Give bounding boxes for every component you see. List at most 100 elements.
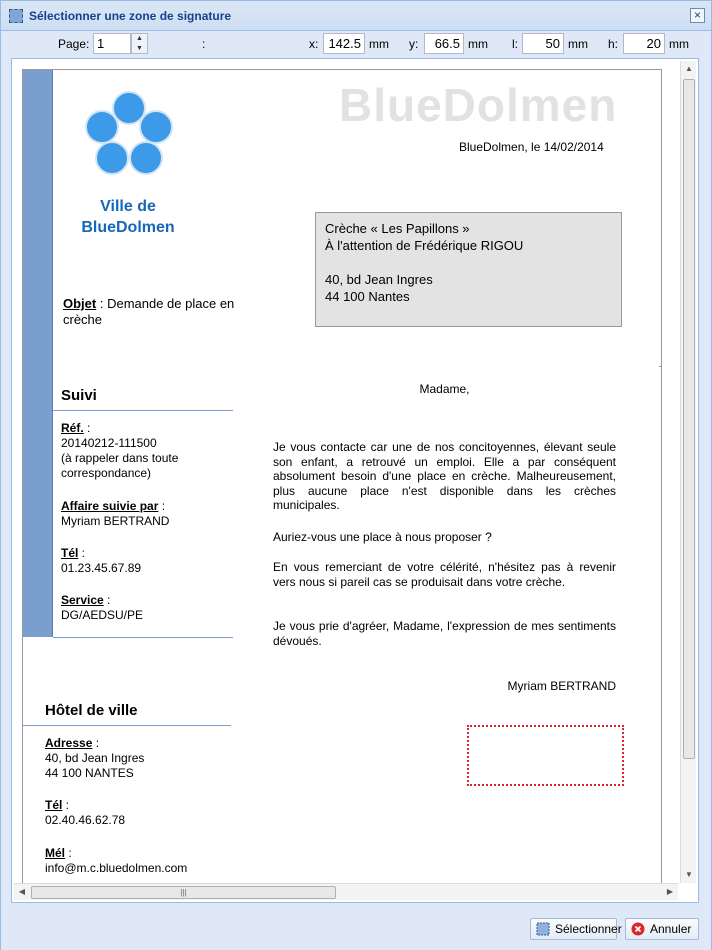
cancel-button[interactable]: Annuler xyxy=(625,918,699,940)
hotel-divider xyxy=(23,725,231,726)
city-line-1: Ville de xyxy=(100,198,156,215)
spinner-down-icon[interactable]: ▼ xyxy=(132,44,147,54)
signatory-name: Myriam BERTRAND xyxy=(507,679,616,693)
tel-label: Tél xyxy=(61,546,79,560)
x-label: x: xyxy=(309,37,319,51)
ref-label: Réf. xyxy=(61,421,84,435)
city-name: Ville de BlueDolmen xyxy=(63,196,193,238)
letter-paragraph-2: Auriez-vous une place à nous proposer ? xyxy=(273,530,492,544)
suivi-divider xyxy=(53,410,233,411)
adresse-colon: : xyxy=(92,736,100,750)
mel-label: Mél xyxy=(45,846,66,860)
scroll-down-icon[interactable]: ▼ xyxy=(681,867,697,883)
recipient-address-box: Crèche « Les Papillons » À l'attention d… xyxy=(315,212,622,327)
hotel-tel-block: Tél : 02.40.46.62.78 xyxy=(45,798,225,828)
hotel-title: Hôtel de ville xyxy=(45,702,138,719)
date-line: BlueDolmen, le 14/02/2014 xyxy=(459,140,604,154)
l-label: l: xyxy=(512,37,518,51)
ref-block: Réf. : 20140212-111500 (à rappeler dans … xyxy=(61,421,241,481)
close-icon[interactable]: × xyxy=(690,8,705,23)
tel-value: 01.23.45.67.89 xyxy=(61,561,142,575)
coordinates-toolbar: Page: ▲ ▼ : x: mm y: mm l: mm h: mm xyxy=(1,31,711,57)
spinner-up-icon[interactable]: ▲ xyxy=(132,34,147,44)
l-unit: mm xyxy=(568,37,588,51)
adresse-line-1: 40, bd Jean Ingres xyxy=(45,751,145,765)
recipient-line: À l'attention de Frédérique RIGOU xyxy=(325,238,524,253)
affaire-label: Affaire suivie par xyxy=(61,499,159,513)
x-unit: mm xyxy=(369,37,389,51)
adresse-label: Adresse xyxy=(45,736,93,750)
recipient-line: 40, bd Jean Ingres xyxy=(325,272,433,287)
h-label: h: xyxy=(608,37,619,51)
select-button-label: Sélectionner xyxy=(555,922,622,936)
x-input[interactable] xyxy=(323,33,365,54)
document-viewer[interactable]: BlueDolmen Ville de BlueDolmen BlueDolme… xyxy=(11,58,699,903)
affaire-value: Myriam BERTRAND xyxy=(61,514,170,528)
page-spinner[interactable]: ▲ ▼ xyxy=(131,33,148,54)
scroll-right-icon[interactable]: ▶ xyxy=(662,884,678,900)
hotel-tel-colon: : xyxy=(62,798,70,812)
city-line-2: BlueDolmen xyxy=(81,219,175,236)
window-title: Sélectionner une zone de signature xyxy=(29,9,232,23)
adresse-line-2: 44 100 NANTES xyxy=(45,766,134,780)
mel-colon: : xyxy=(65,846,72,860)
affaire-colon: : xyxy=(158,499,166,513)
hotel-tel-label: Tél xyxy=(45,798,63,812)
scroll-left-icon[interactable]: ◀ xyxy=(14,884,30,900)
recipient-line xyxy=(325,254,612,271)
page-label: Page: xyxy=(58,37,90,51)
brand-watermark: BlueDolmen xyxy=(339,79,618,131)
title-bar[interactable]: Sélectionner une zone de signature × xyxy=(1,1,711,31)
horizontal-scroll-thumb[interactable]: ||| xyxy=(31,886,336,899)
ref-colon: : xyxy=(83,421,91,435)
side-accent-bar xyxy=(23,70,53,637)
mel-value: info@m.c.bluedolmen.com xyxy=(45,861,188,875)
h-input[interactable] xyxy=(623,33,665,54)
letter-paragraph-1: Je vous contacte car une de nos concitoy… xyxy=(273,440,616,512)
document-page[interactable]: BlueDolmen Ville de BlueDolmen BlueDolme… xyxy=(22,69,662,889)
y-unit: mm xyxy=(468,37,488,51)
ref-note: (à rappeler dans toute correspondance) xyxy=(61,451,179,480)
service-label: Service xyxy=(61,593,104,607)
dialog-footer: Sélectionner Annuler xyxy=(1,906,711,950)
select-zone-icon xyxy=(9,9,23,23)
adresse-block: Adresse : 40, bd Jean Ingres 44 100 NANT… xyxy=(45,736,225,781)
y-input[interactable] xyxy=(424,33,464,54)
subject: Objet : Demande de place en crèche xyxy=(63,296,253,328)
service-colon: : xyxy=(103,593,111,607)
suivi-title: Suivi xyxy=(61,387,97,404)
l-input[interactable] xyxy=(522,33,564,54)
cancel-button-label: Annuler xyxy=(650,922,692,936)
service-value: DG/AEDSU/PE xyxy=(61,608,144,622)
y-label: y: xyxy=(409,37,419,51)
horizontal-scrollbar[interactable]: ◀ ||| ▶ xyxy=(14,883,678,900)
flower-logo-icon xyxy=(85,91,173,175)
mel-block: Mél : info@m.c.bluedolmen.com xyxy=(45,846,225,876)
signature-zone-selection[interactable] xyxy=(467,725,624,786)
hotel-tel-value: 02.40.46.62.78 xyxy=(45,813,126,827)
recipient-line: 44 100 Nantes xyxy=(325,289,410,304)
select-button[interactable]: Sélectionner xyxy=(530,918,622,940)
salutation: Madame, xyxy=(419,382,470,396)
signature-zone-dialog: Sélectionner une zone de signature × Pag… xyxy=(0,0,712,950)
suivi-bottom-divider xyxy=(53,637,233,638)
affaire-block: Affaire suivie par : Myriam BERTRAND xyxy=(61,499,241,529)
recipient-line: Crèche « Les Papillons » xyxy=(325,221,470,236)
fold-mark xyxy=(659,366,661,367)
letter-paragraph-3: En vous remerciant de votre célérité, n'… xyxy=(273,560,616,589)
subject-label: Objet xyxy=(63,296,97,311)
scroll-up-icon[interactable]: ▲ xyxy=(681,61,697,77)
ref-value: 20140212-111500 xyxy=(61,436,157,450)
h-unit: mm xyxy=(669,37,689,51)
tel-block: Tél : 01.23.45.67.89 xyxy=(61,546,241,576)
subject-separator: : xyxy=(96,296,108,311)
vertical-scrollbar[interactable]: ▲ ▼ xyxy=(680,61,696,883)
cancel-icon xyxy=(631,922,645,936)
page-input[interactable] xyxy=(93,33,131,54)
service-block: Service : DG/AEDSU/PE xyxy=(61,593,241,623)
select-zone-icon xyxy=(536,922,550,936)
toolbar-separator: : xyxy=(202,37,206,51)
tel-colon: : xyxy=(78,546,86,560)
vertical-scroll-thumb[interactable] xyxy=(683,79,695,759)
letter-paragraph-4: Je vous prie d'agréer, Madame, l'express… xyxy=(273,619,616,648)
